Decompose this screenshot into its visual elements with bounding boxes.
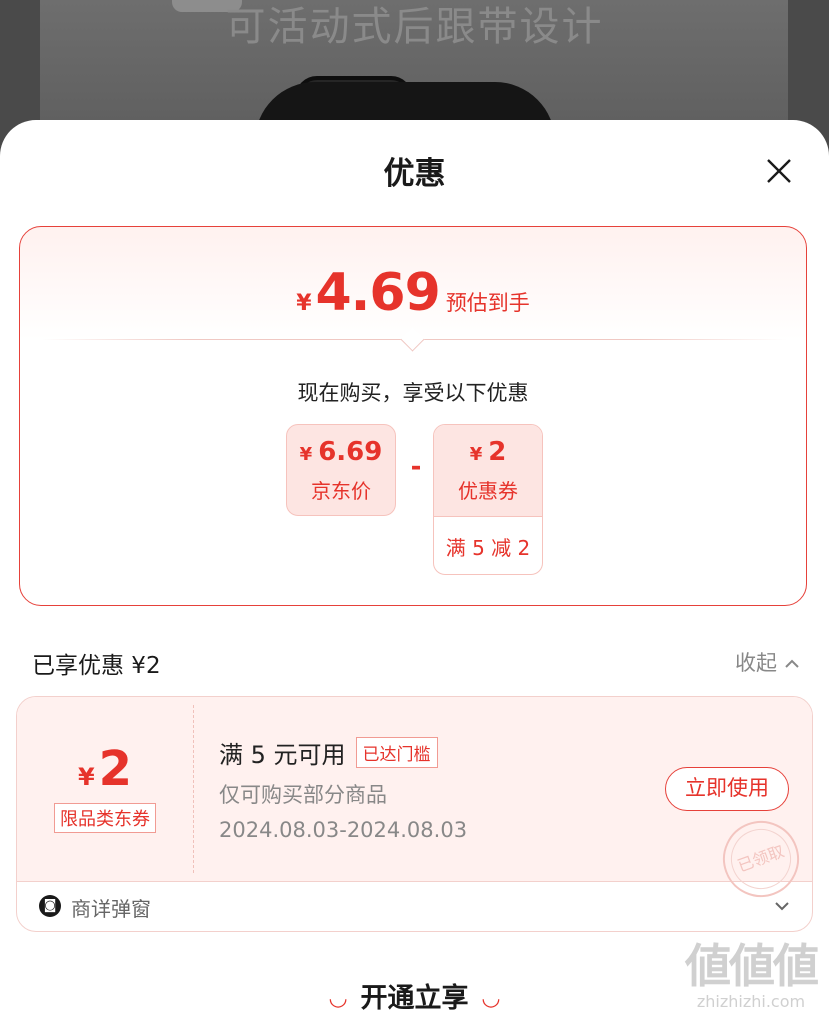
jd-price-box: ¥6.69 京东价: [286, 424, 396, 516]
coupon-ticket: ¥2 限品类东券 满 5 元可用 已达门槛 仅可购买部分商品 2024.08.03…: [17, 697, 812, 908]
smile-icon: ◡: [482, 986, 500, 1011]
estimated-price-value: 4.69: [315, 263, 441, 323]
jd-price-value: ¥6.69: [287, 425, 395, 467]
buy-now-text: 现在购买，享受以下优惠: [297, 381, 529, 405]
coupon-label: 优惠券: [458, 479, 518, 503]
coupon-condition-text: 满 5 元可用: [219, 741, 346, 769]
coupon-source-label: 商详弹窗: [71, 897, 151, 921]
currency-symbol: ¥: [469, 444, 483, 465]
close-button[interactable]: [762, 154, 796, 188]
estimated-price: ¥4.69 预估到手: [20, 263, 806, 323]
collapse-label: 收起: [735, 651, 777, 675]
coupon-card: ¥2 限品类东券 满 5 元可用 已达门槛 仅可购买部分商品 2024.08.03…: [16, 696, 813, 932]
site-watermark: 値値値 zhizhizhi.com: [676, 940, 826, 1011]
coupon-scope: 仅可购买部分商品: [219, 783, 387, 807]
coupon-source-row[interactable]: ◙ 商详弹窗: [17, 881, 812, 931]
collapse-button[interactable]: 收起: [735, 647, 800, 677]
coupon-ticket-amount: 2: [98, 741, 133, 797]
coupon-date-range: 2024.08.03-2024.08.03: [219, 818, 468, 842]
coupon-condition: 满 5 减 2: [445, 536, 531, 560]
jd-price-amount: 6.69: [318, 437, 383, 467]
watermark-site: zhizhizhi.com: [696, 992, 806, 1011]
activate-button-label: 开通立享: [360, 983, 469, 1014]
perforation-line: [193, 705, 194, 873]
coupon-category-tag: 限品类东券: [54, 803, 156, 833]
coupon-amount: 2: [488, 437, 507, 467]
coupon-amount-area: ¥2 限品类东券: [17, 697, 193, 881]
minus-operator: -: [410, 452, 422, 482]
product-image-caption: 可活动式后跟带设计: [225, 4, 604, 50]
close-icon: [767, 159, 791, 183]
watermark-logo: 値値値: [685, 939, 819, 993]
coupon-condition-row: 满 5 元可用 已达门槛: [219, 735, 438, 770]
discount-sheet: 优惠 ¥4.69 预估到手 现在购买，享受以下优惠 ¥6.69 京东价 - ¥2 …: [0, 120, 829, 1027]
use-now-button[interactable]: 立即使用: [665, 767, 789, 811]
threshold-met-badge: 已达门槛: [355, 737, 438, 768]
estimated-price-label: 预估到手: [445, 291, 530, 315]
enjoyed-discount-title: 已享优惠 ¥2: [32, 653, 161, 679]
currency-symbol: ¥: [296, 291, 312, 316]
coupon-ticket-value: ¥2: [17, 697, 193, 797]
currency-symbol: ¥: [77, 763, 95, 791]
coupon-value: ¥2: [434, 425, 542, 467]
chevron-up-icon: [784, 659, 799, 668]
jd-logo-icon: ◙: [39, 895, 61, 917]
divider-notch: [400, 327, 425, 352]
jd-price-label: 京东价: [311, 479, 371, 503]
smile-icon: ◡: [329, 986, 347, 1011]
sheet-title: 优惠: [383, 156, 446, 192]
chevron-down-icon[interactable]: [771, 895, 793, 917]
currency-symbol: ¥: [299, 444, 313, 465]
coupon-box: ¥2 优惠券 满 5 减 2: [433, 424, 543, 575]
price-summary-card: ¥4.69 预估到手 现在购买，享受以下优惠 ¥6.69 京东价 - ¥2 优惠券…: [19, 226, 807, 606]
